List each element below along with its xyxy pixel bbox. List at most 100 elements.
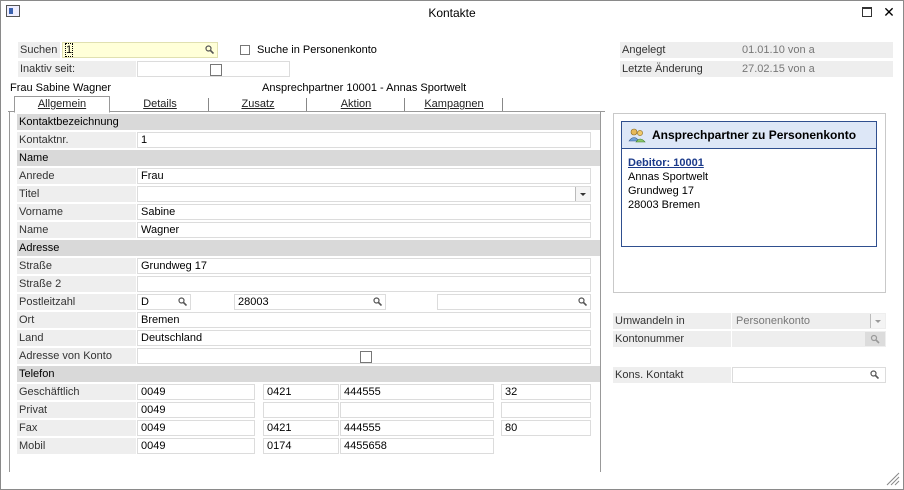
- anrede-label: Anrede: [17, 168, 136, 184]
- tab-kampagnen[interactable]: Kampagnen: [406, 97, 502, 113]
- search-icon[interactable]: [870, 370, 879, 379]
- tab-separator: [404, 98, 405, 111]
- phone-country-field[interactable]: 0049: [137, 402, 255, 418]
- adr-konto-field[interactable]: [137, 348, 591, 364]
- kontaktnr-label: Kontaktnr.: [17, 132, 136, 148]
- phone-number-field[interactable]: [340, 402, 494, 418]
- section-telefon: Telefon: [17, 366, 600, 382]
- phone-area-field[interactable]: 0174: [263, 438, 339, 454]
- phone-ext-field[interactable]: [501, 402, 591, 418]
- search-icon[interactable]: [865, 332, 885, 346]
- tab-aktion-label: Aktion: [340, 98, 372, 110]
- plz-country-field[interactable]: D: [137, 294, 191, 310]
- land-label: Land: [17, 330, 136, 346]
- tab-aktion[interactable]: Aktion: [308, 97, 404, 113]
- debitor-link[interactable]: Debitor: 10001: [628, 157, 704, 169]
- kons-field[interactable]: [732, 367, 886, 383]
- form-right-border: [600, 112, 601, 472]
- tab-separator: [502, 98, 503, 111]
- phone-number-field[interactable]: 444555: [340, 420, 494, 436]
- konto-search-label: Suche in Personenkonto: [257, 44, 377, 56]
- partner-heading: Ansprechpartner 10001 - Annas Sportwelt: [262, 82, 467, 94]
- nachname-field[interactable]: Wagner: [137, 222, 591, 238]
- titel-select[interactable]: [137, 186, 591, 202]
- anrede-field[interactable]: Frau: [137, 168, 591, 184]
- land-field[interactable]: Deutschland: [137, 330, 591, 346]
- search-icon[interactable]: [373, 297, 382, 306]
- kontonummer-label: Kontonummer: [613, 331, 731, 347]
- adr-konto-label: Adresse von Konto: [17, 348, 136, 364]
- adr-konto-checkbox[interactable]: [360, 351, 372, 363]
- search-value: 1: [64, 43, 74, 57]
- section-name: Name: [17, 150, 600, 166]
- phone-ext-field[interactable]: 80: [501, 420, 591, 436]
- card-line1: Annas Sportwelt: [628, 171, 709, 183]
- strasse-label: Straße: [17, 258, 136, 274]
- umwandeln-label: Umwandeln in: [613, 313, 731, 329]
- inaktiv-field[interactable]: [137, 61, 290, 77]
- nachname-label: Name: [17, 222, 136, 238]
- tab-zusatz-label: Zusatz: [241, 98, 275, 110]
- card-title: Ansprechpartner zu Personenkonto: [652, 128, 857, 142]
- konto-search-checkbox[interactable]: [240, 45, 250, 55]
- search-input[interactable]: 1: [62, 42, 218, 58]
- search-icon[interactable]: [578, 297, 587, 306]
- phone-country-field[interactable]: 0049: [137, 420, 255, 436]
- plz-extra-field[interactable]: [437, 294, 591, 310]
- contacts-icon: [628, 127, 646, 143]
- tab-allgemein-label: Allgemein: [37, 98, 87, 110]
- vorname-field[interactable]: Sabine: [137, 204, 591, 220]
- phone-label: Geschäftlich: [17, 384, 136, 400]
- vorname-label: Vorname: [17, 204, 136, 220]
- tab-allgemein[interactable]: Allgemein: [14, 96, 110, 113]
- angelegt-value: 01.01.10 von a: [738, 42, 893, 58]
- plz-value: 28003: [238, 296, 269, 308]
- tab-details[interactable]: Details: [112, 97, 208, 113]
- inaktiv-label: Inaktiv seit:: [18, 61, 136, 77]
- phone-ext-field[interactable]: 32: [501, 384, 591, 400]
- umwandeln-value: Personenkonto: [736, 315, 810, 327]
- card-header: Ansprechpartner zu Personenkonto: [622, 122, 876, 149]
- search-icon[interactable]: [205, 45, 214, 54]
- ort-field[interactable]: Bremen: [137, 312, 591, 328]
- ort-label: Ort: [17, 312, 136, 328]
- section-kontakt: Kontaktbezeichnung: [17, 114, 600, 130]
- strasse2-field[interactable]: [137, 276, 591, 292]
- phone-country-field[interactable]: 0049: [137, 438, 255, 454]
- card-line2: Grundweg 17: [628, 185, 695, 197]
- maximize-button[interactable]: [862, 7, 872, 17]
- phone-label: Fax: [17, 420, 136, 436]
- aenderung-value: 27.02.15 von a: [738, 61, 893, 77]
- angelegt-label: Angelegt: [620, 42, 738, 58]
- titel-label: Titel: [17, 186, 136, 202]
- strasse2-label: Straße 2: [17, 276, 136, 292]
- phone-label: Privat: [17, 402, 136, 418]
- resize-grip-icon[interactable]: [884, 470, 900, 486]
- plz-label: Postleitzahl: [17, 294, 136, 310]
- phone-country-field[interactable]: 0049: [137, 384, 255, 400]
- tab-kampagnen-label: Kampagnen: [424, 98, 484, 110]
- tab-separator: [306, 98, 307, 111]
- umwandeln-select[interactable]: Personenkonto: [732, 313, 886, 329]
- chevron-down-icon[interactable]: [870, 314, 885, 328]
- search-icon[interactable]: [178, 297, 187, 306]
- phone-area-field[interactable]: 0421: [263, 384, 339, 400]
- inaktiv-checkbox[interactable]: [210, 64, 222, 76]
- tab-separator: [208, 98, 209, 111]
- plz-field[interactable]: 28003: [234, 294, 386, 310]
- kontaktnr-field[interactable]: 1: [137, 132, 591, 148]
- contact-name: Frau Sabine Wagner: [10, 82, 112, 94]
- kons-label: Kons. Kontakt: [613, 367, 731, 383]
- phone-number-field[interactable]: 444555: [340, 384, 494, 400]
- kontonummer-field[interactable]: [732, 331, 886, 347]
- chevron-down-icon[interactable]: [575, 187, 590, 201]
- card-line3: 28003 Bremen: [628, 199, 701, 211]
- strasse-field[interactable]: Grundweg 17: [137, 258, 591, 274]
- section-adresse: Adresse: [17, 240, 600, 256]
- window-title: Kontakte: [428, 6, 476, 20]
- phone-area-field[interactable]: 0421: [263, 420, 339, 436]
- phone-area-field[interactable]: [263, 402, 339, 418]
- close-button[interactable]: ✕: [882, 4, 896, 20]
- tab-zusatz[interactable]: Zusatz: [210, 97, 306, 113]
- phone-number-field[interactable]: 4455658: [340, 438, 494, 454]
